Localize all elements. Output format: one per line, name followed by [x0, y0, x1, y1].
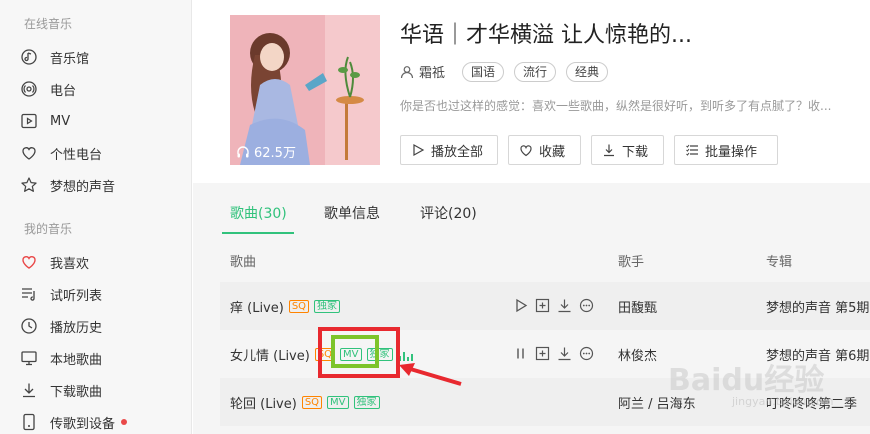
batch-operation-button[interactable]: 批量操作 — [674, 135, 778, 165]
clock-icon — [20, 317, 38, 335]
playlist-description[interactable]: 你是否也过这样的感觉：喜欢一些歌曲，纵然是很好听，到听多了有点腻了？收... — [400, 97, 870, 114]
download-icon[interactable] — [556, 297, 572, 313]
sidebar-item-favorites[interactable]: 我喜欢 — [20, 248, 89, 276]
heart-icon — [20, 253, 38, 271]
watermark-logo: Baidu经验 — [668, 363, 825, 398]
tag-mandarin[interactable]: 国语 — [462, 62, 505, 82]
song-singer[interactable]: 林俊杰 — [618, 345, 657, 364]
play-all-button[interactable]: 播放全部 — [400, 135, 498, 165]
sidebar-item-label: 梦想的声音 — [50, 179, 116, 195]
more-icon[interactable] — [578, 345, 594, 361]
sidebar-item-label: 下载歌曲 — [50, 384, 103, 400]
list-icon — [686, 144, 698, 156]
star-icon — [20, 176, 38, 194]
sidebar-item-radio[interactable]: 电台 — [20, 75, 76, 103]
playlist-creator[interactable]: 霜祗 — [400, 62, 445, 81]
sidebar-item-dream-voice[interactable]: 梦想的声音 — [20, 171, 115, 199]
sidebar-item-local-songs[interactable]: 本地歌曲 — [20, 344, 102, 372]
headphone-icon — [237, 145, 249, 157]
sidebar-item-trial-list[interactable]: 试听列表 — [20, 280, 102, 308]
sidebar-item-label: MV — [50, 113, 71, 129]
sidebar-item-label: 我喜欢 — [50, 256, 90, 272]
sidebar-item-label: 试听列表 — [50, 288, 103, 304]
sidebar-item-label: 播放历史 — [50, 320, 103, 336]
add-icon[interactable] — [534, 297, 550, 313]
sidebar-item-music-hall[interactable]: 音乐馆 — [20, 43, 89, 71]
heart-outline-icon — [520, 145, 532, 157]
play-icon — [413, 143, 425, 157]
sq-badge: SQ — [301, 396, 323, 409]
pause-icon[interactable] — [512, 345, 528, 361]
user-icon — [400, 65, 414, 78]
playlist-icon — [20, 285, 38, 303]
playlist-header: 62.5万 华语｜才华横溢 让人惊艳的... 霜祗 国语 流行 经典 你是否也过… — [193, 0, 870, 183]
music-hall-icon — [20, 48, 38, 66]
tag-pop[interactable]: 流行 — [514, 62, 557, 82]
annotation-arrow — [399, 363, 462, 386]
exclusive-badge: 独家 — [314, 300, 341, 313]
sidebar-item-transfer-device[interactable]: 传歌到设备 — [20, 408, 128, 434]
radio-icon — [20, 80, 38, 98]
play-icon[interactable] — [512, 297, 528, 313]
sidebar-item-mv[interactable]: MV — [20, 107, 70, 135]
sidebar-item-personal-radio[interactable]: 个性电台 — [20, 139, 102, 167]
download-icon — [20, 381, 38, 399]
column-header-song: 歌曲 — [230, 255, 257, 270]
song-singer[interactable]: 田馥甄 — [618, 297, 657, 316]
monitor-icon — [20, 349, 38, 367]
active-tab-indicator — [222, 232, 294, 234]
sidebar: 在线音乐 音乐馆 电台 MV 个性电台 梦想的声音 我的音乐 我喜欢 试听列表 … — [0, 0, 192, 434]
tab-bar: 歌曲(30) 歌单信息 评论(20) — [193, 190, 870, 236]
online-music-section-title: 在线音乐 — [24, 17, 73, 31]
sidebar-item-downloads[interactable]: 下载歌曲 — [20, 376, 102, 404]
sidebar-item-label: 传歌到设备 — [50, 416, 116, 432]
download-button[interactable]: 下载 — [591, 135, 664, 165]
play-count: 62.5万 — [236, 142, 296, 161]
tab-playlist-info[interactable]: 歌单信息 — [324, 203, 380, 223]
tag-classic[interactable]: 经典 — [566, 62, 609, 82]
highlight-box-green — [331, 335, 379, 368]
song-actions — [512, 345, 600, 361]
sidebar-item-label: 音乐馆 — [50, 51, 90, 67]
more-icon[interactable] — [578, 297, 594, 313]
song-row[interactable]: 痒 (Live) SQ 独家 田馥甄 梦想的声音 第5期 — [220, 282, 870, 330]
download-icon — [604, 144, 614, 157]
song-title-cell: 轮回 (Live) SQ MV 独家 — [230, 393, 380, 412]
exclusive-badge: 独家 — [353, 396, 380, 409]
sidebar-item-history[interactable]: 播放历史 — [20, 312, 102, 340]
heart-radio-icon — [20, 144, 38, 162]
watermark-url: jingyan.baidu.com — [732, 395, 834, 408]
device-icon — [20, 413, 38, 431]
column-header-album: 专辑 — [766, 255, 793, 270]
playlist-cover[interactable]: 62.5万 — [230, 15, 380, 165]
download-icon[interactable] — [556, 345, 572, 361]
song-title[interactable]: 痒 (Live) — [230, 297, 284, 316]
sidebar-item-label: 个性电台 — [50, 147, 103, 163]
song-album[interactable]: 梦想的声音 第5期 — [766, 297, 869, 316]
tab-songs[interactable]: 歌曲(30) — [230, 203, 287, 223]
tab-comments[interactable]: 评论(20) — [420, 203, 477, 223]
song-title-cell: 痒 (Live) SQ 独家 — [230, 297, 341, 316]
add-icon[interactable] — [534, 345, 550, 361]
playlist-title: 华语｜才华横溢 让人惊艳的... — [400, 23, 692, 48]
mv-badge[interactable]: MV — [327, 396, 349, 409]
my-music-section-title: 我的音乐 — [24, 222, 73, 236]
column-header-singer: 歌手 — [618, 255, 645, 270]
sidebar-item-label: 本地歌曲 — [50, 352, 103, 368]
notification-dot — [121, 419, 128, 425]
sq-badge: SQ — [288, 300, 310, 313]
song-list-header: 歌曲 歌手 专辑 — [193, 236, 870, 282]
sidebar-item-label: 电台 — [50, 83, 77, 99]
favorite-button[interactable]: 收藏 — [508, 135, 581, 165]
song-title[interactable]: 女儿情 (Live) — [230, 345, 310, 364]
song-title[interactable]: 轮回 (Live) — [230, 393, 297, 412]
song-actions — [512, 297, 600, 313]
mv-icon — [20, 112, 38, 130]
